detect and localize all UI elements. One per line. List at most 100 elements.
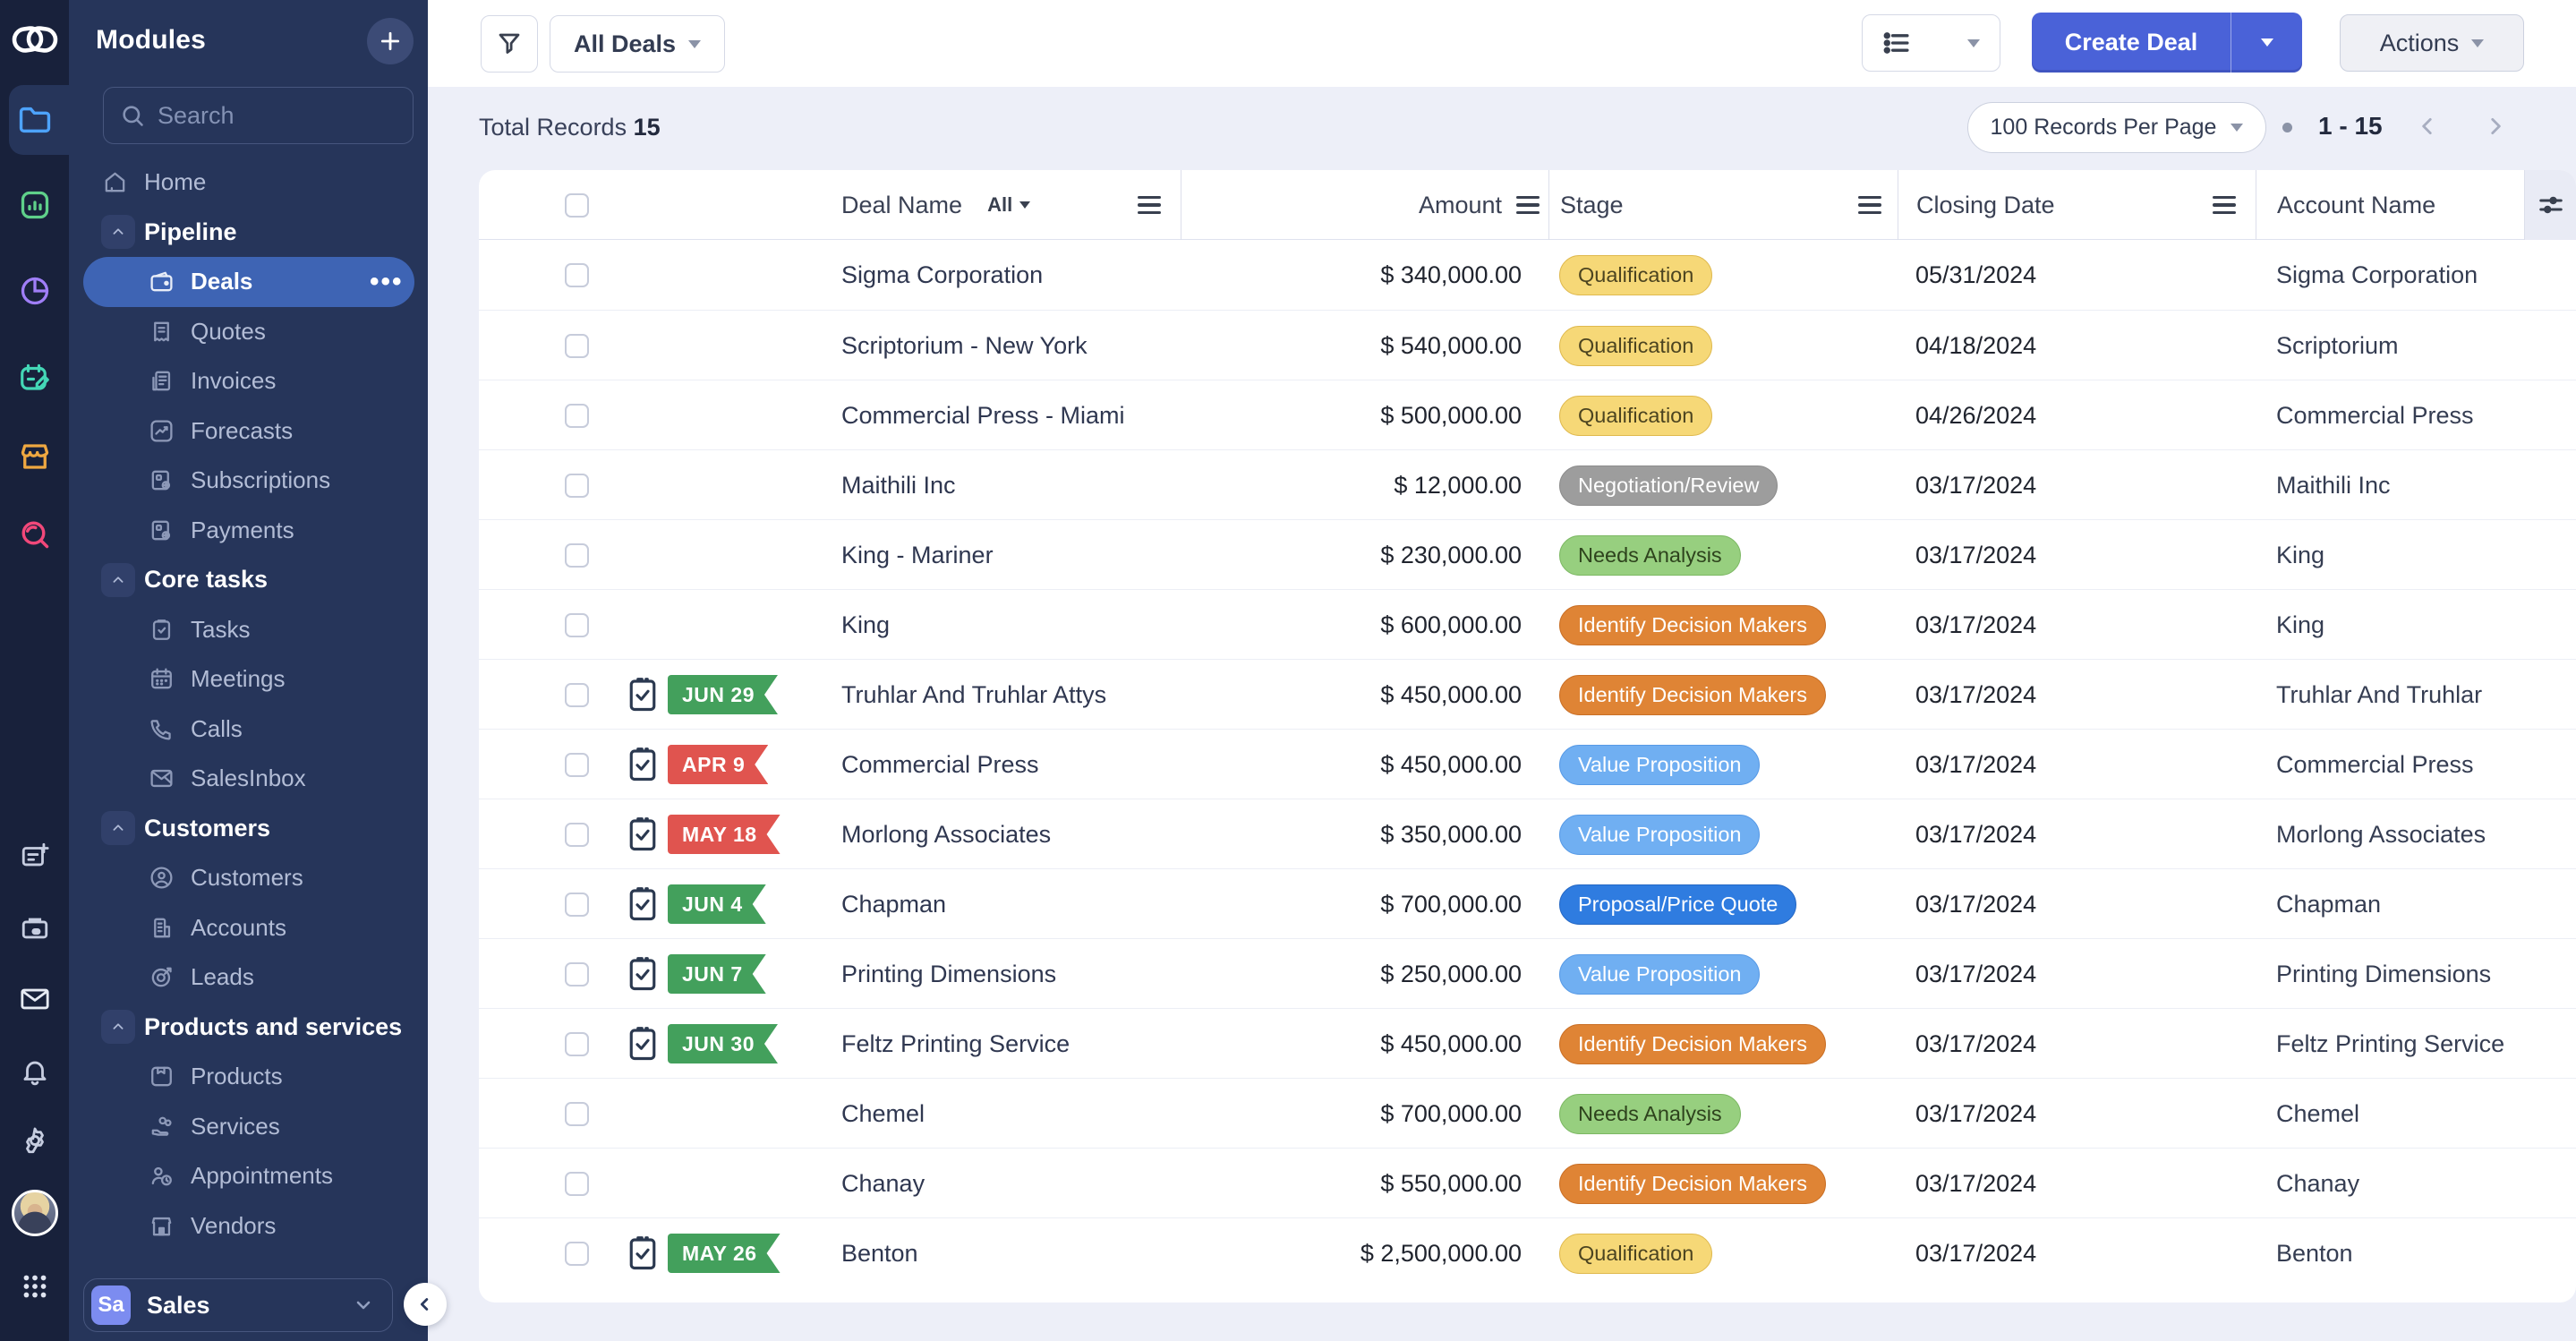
next-page-button[interactable] [2479,110,2512,142]
section-collapse-button[interactable] [101,563,135,597]
deal-name-cell[interactable]: King [832,590,1181,660]
table-row[interactable]: Maithili Inc$ 12,000.00Negotiation/Revie… [479,449,2576,519]
briefcase-icon[interactable] [0,907,69,950]
filter-button[interactable] [481,15,538,73]
header-amount[interactable]: Amount [1181,170,1548,240]
deal-name-cell[interactable]: Printing Dimensions [832,939,1181,1009]
create-deal-button[interactable]: Create Deal [2032,13,2231,73]
sidebar-item-customers[interactable]: Customers [69,853,428,903]
row-checkbox[interactable] [565,474,589,498]
sidebar-item-salesinbox[interactable]: SalesInbox [69,754,428,804]
table-row[interactable]: MAY 18Morlong Associates$ 350,000.00Valu… [479,799,2576,868]
sidebar-item-vendors[interactable]: Vendors [69,1201,428,1251]
modules-folder-icon[interactable] [0,98,69,141]
deal-name-cell[interactable]: Maithili Inc [832,450,1181,520]
account-name-cell[interactable]: Chapman [2256,869,2524,939]
account-name-cell[interactable]: King [2256,590,2524,660]
item-options-ellipsis[interactable]: ••• [370,267,404,297]
sidebar-item-quotes[interactable]: Quotes [69,307,428,357]
user-avatar[interactable] [12,1190,58,1236]
marketplace-icon[interactable] [0,435,69,478]
sidebar-section-products-and-services[interactable]: Products and services [69,1003,428,1053]
row-checkbox[interactable] [565,1242,589,1266]
sidebar-item-accounts[interactable]: Accounts [69,903,428,953]
account-name-cell[interactable]: Maithili Inc [2256,450,2524,520]
account-name-cell[interactable]: Feltz Printing Service [2256,1009,2524,1079]
table-row[interactable]: MAY 26Benton$ 2,500,000.00Qualification0… [479,1217,2576,1287]
row-checkbox[interactable] [565,1032,589,1056]
column-menu-icon[interactable] [1858,196,1881,215]
deal-name-cell[interactable]: Commercial Press - Miami [832,380,1181,450]
sidebar-item-appointments[interactable]: Appointments [69,1151,428,1201]
sidebar-section-core-tasks[interactable]: Core tasks [69,555,428,605]
sidebar-item-subscriptions[interactable]: Subscriptions [69,456,428,506]
row-checkbox[interactable] [565,1102,589,1126]
account-name-cell[interactable]: Benton [2256,1218,2524,1288]
sidebar-item-home[interactable]: Home [69,158,428,208]
column-menu-icon[interactable] [2213,196,2236,215]
planner-icon[interactable] [0,356,69,399]
header-column-settings[interactable] [2524,170,2576,240]
table-row[interactable]: JUN 30Feltz Printing Service$ 450,000.00… [479,1008,2576,1078]
deal-name-filter[interactable]: All [987,193,1030,217]
deal-name-cell[interactable]: Morlong Associates [832,799,1181,869]
table-row[interactable]: King - Mariner$ 230,000.00Needs Analysis… [479,519,2576,589]
row-checkbox[interactable] [565,823,589,847]
table-row[interactable]: JUN 4Chapman$ 700,000.00Proposal/Price Q… [479,868,2576,938]
sidebar-item-calls[interactable]: Calls [69,705,428,755]
account-name-cell[interactable]: Sigma Corporation [2256,240,2524,310]
table-row[interactable]: JUN 29Truhlar And Truhlar Attys$ 450,000… [479,659,2576,729]
sidebar-item-leads[interactable]: Leads [69,952,428,1003]
sidebar-section-customers[interactable]: Customers [69,804,428,854]
sidebar-search-input[interactable]: Search [103,87,414,144]
sidebar-item-products[interactable]: Products [69,1052,428,1102]
table-row[interactable]: Sigma Corporation$ 340,000.00Qualificati… [479,240,2576,310]
table-row[interactable]: JUN 7Printing Dimensions$ 250,000.00Valu… [479,938,2576,1008]
account-name-cell[interactable]: Chemel [2256,1079,2524,1149]
sidebar-collapse-button[interactable] [404,1283,447,1326]
account-name-cell[interactable]: King [2256,520,2524,590]
deal-name-cell[interactable]: Benton [832,1218,1181,1288]
column-menu-icon[interactable] [1138,196,1161,215]
account-name-cell[interactable]: Commercial Press [2256,380,2524,450]
row-checkbox[interactable] [565,543,589,568]
create-deal-dropdown[interactable] [2231,13,2302,73]
deal-name-cell[interactable]: Scriptorium - New York [832,311,1181,380]
row-checkbox[interactable] [565,334,589,358]
sidebar-item-services[interactable]: Services [69,1102,428,1152]
sidebar-item-payments[interactable]: Payments [69,506,428,556]
row-checkbox[interactable] [565,613,589,637]
settings-gear-icon[interactable] [0,1119,69,1162]
deal-name-cell[interactable]: Truhlar And Truhlar Attys [832,660,1181,730]
row-checkbox[interactable] [565,1172,589,1196]
header-stage[interactable]: Stage [1548,170,1898,240]
sidebar-item-forecasts[interactable]: Forecasts [69,406,428,457]
table-row[interactable]: Chanay$ 550,000.00Identify Decision Make… [479,1148,2576,1217]
records-per-page-dropdown[interactable]: 100 Records Per Page [1967,102,2266,153]
header-account-name[interactable]: Account Name [2256,170,2524,240]
add-module-button[interactable] [367,18,414,64]
compose-note-icon[interactable] [0,834,69,877]
app-grid-icon[interactable] [0,1265,69,1308]
account-name-cell[interactable]: Chanay [2256,1149,2524,1218]
deal-name-cell[interactable]: Chemel [832,1079,1181,1149]
account-name-cell[interactable]: Scriptorium [2256,311,2524,380]
deal-name-cell[interactable]: Feltz Printing Service [832,1009,1181,1079]
table-row[interactable]: King$ 600,000.00Identify Decision Makers… [479,589,2576,659]
notifications-bell-icon[interactable] [0,1050,69,1093]
table-row[interactable]: Commercial Press - Miami$ 500,000.00Qual… [479,380,2576,449]
deal-name-cell[interactable]: Sigma Corporation [832,240,1181,310]
account-name-cell[interactable]: Truhlar And Truhlar [2256,660,2524,730]
row-checkbox[interactable] [565,263,589,287]
reports-pie-icon[interactable] [0,269,69,312]
list-view-type-dropdown[interactable] [1862,14,2000,72]
workspace-selector[interactable]: Sa Sales [83,1278,393,1332]
sidebar-item-invoices[interactable]: Invoices [69,356,428,406]
sidebar-item-deals[interactable]: Deals••• [69,257,428,307]
analytics-icon[interactable] [0,184,69,226]
sidebar-section-pipeline[interactable]: Pipeline [69,208,428,258]
row-checkbox[interactable] [565,893,589,917]
header-deal-name[interactable]: Deal Name All [832,170,1181,240]
sidebar-item-meetings[interactable]: Meetings [69,654,428,705]
deal-name-cell[interactable]: Commercial Press [832,730,1181,799]
